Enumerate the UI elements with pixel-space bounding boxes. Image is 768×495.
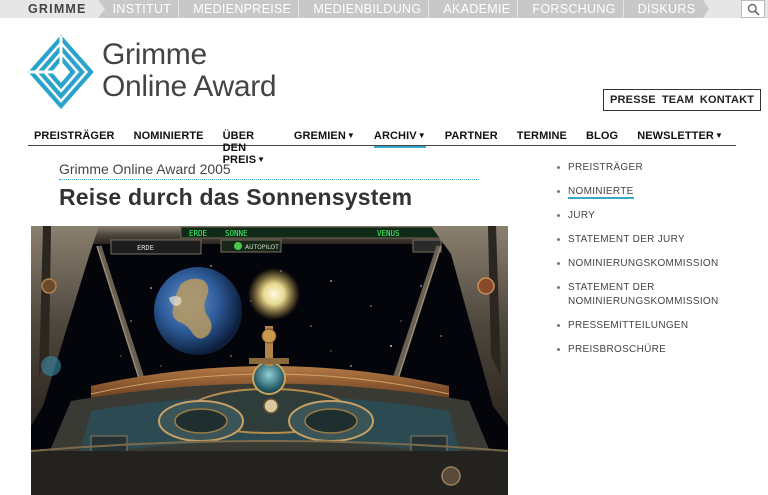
main-nav-label: PARTNER — [444, 130, 498, 142]
sidebar-item-label: STATEMENT DER NOMINIERUNGSKOMMISSION — [568, 282, 719, 307]
top-nav-institut[interactable]: INSTITUT — [97, 0, 185, 18]
main-nav-label: PREISTRÄGER — [34, 130, 115, 142]
utility-links: PRESSE TEAM KONTAKT — [603, 89, 762, 111]
sidebar-item-jury[interactable]: JURY — [556, 209, 756, 223]
sidebar-item-pressemitteilungen[interactable]: PRESSEMITTEILUNGEN — [556, 319, 756, 333]
display-erde-top: ERDE — [189, 229, 208, 238]
main-nav-ueber-den-preis[interactable]: ÜBER DEN PREIS▼ — [217, 128, 275, 166]
sidebar-item-label: STATEMENT DER JURY — [568, 234, 685, 245]
sidebar-item-label: NOMINIERUNGSKOMMISSION — [568, 258, 719, 269]
sidebar-item-label: PREISTRÄGER — [568, 162, 643, 173]
sidebar-item-label: PRESSEMITTEILUNGEN — [568, 320, 689, 331]
sidebar-item-label: PREISBROSCHÜRE — [568, 344, 667, 355]
sidebar-item-preisbroschuere[interactable]: PREISBROSCHÜRE — [556, 343, 756, 357]
main-nav-preistraeger[interactable]: PREISTRÄGER — [28, 128, 115, 145]
presse-link[interactable]: PRESSE — [610, 94, 656, 106]
main-nav-label: ARCHIV — [373, 130, 417, 142]
article-subtitle: Grimme Online Award 2005 — [59, 161, 479, 180]
main-nav-label: NEWSLETTER — [637, 130, 714, 142]
main-nav-termine[interactable]: TERMINE — [511, 128, 567, 145]
main-nav-archiv[interactable]: ARCHIV▼ — [368, 128, 426, 148]
logo-line-2: Online Award — [102, 70, 277, 103]
page-title: Reise durch das Sonnensystem — [59, 184, 413, 210]
top-nav: INSTITUT MEDIENPREISE MEDIENBILDUNG AKAD… — [97, 0, 710, 18]
kontakt-link[interactable]: KONTAKT — [700, 94, 754, 106]
top-nav-akademie[interactable]: AKADEMIE — [428, 0, 525, 18]
sidebar-item-label: NOMINIERTE — [568, 186, 634, 199]
search-icon — [747, 3, 760, 16]
sidebar-item-statement-der-jury[interactable]: STATEMENT DER JURY — [556, 233, 756, 247]
cockpit-illustration: ERDE SONNE VENUS ERDE AUTOPILOT — [31, 226, 508, 495]
top-nav-medienpreise[interactable]: MEDIENPREISE — [178, 0, 306, 18]
display-venus: VENUS — [377, 229, 400, 238]
main-nav-newsletter[interactable]: NEWSLETTER▼ — [631, 128, 723, 145]
main-nav-label: TERMINE — [516, 130, 567, 142]
project-screenshot-image: ERDE SONNE VENUS ERDE AUTOPILOT — [31, 226, 508, 495]
grimme-online-award-logo-icon[interactable] — [27, 34, 95, 110]
top-nav-forschung[interactable]: FORSCHUNG — [517, 0, 630, 18]
sidebar-item-nominierte[interactable]: NOMINIERTE — [556, 185, 756, 199]
main-nav-blog[interactable]: BLOG — [580, 128, 618, 145]
caret-down-icon: ▼ — [346, 131, 355, 140]
main-nav-label: BLOG — [586, 130, 619, 142]
top-nav-diskurs[interactable]: DISKURS — [622, 0, 710, 18]
display-sonne: SONNE — [225, 229, 248, 238]
main-nav-label: NOMINIERTE — [133, 130, 204, 142]
sidebar-item-statement-der-nominierungskommission[interactable]: STATEMENT DER NOMINIERUNGSKOMMISSION — [556, 281, 756, 309]
caret-down-icon: ▼ — [714, 131, 723, 140]
main-nav-label: GREMIEN — [293, 130, 346, 142]
display-erde-left: ERDE — [137, 244, 154, 252]
main-nav-nominierte[interactable]: NOMINIERTE — [128, 128, 204, 145]
sidebar-item-preistraeger[interactable]: PREISTRÄGER — [556, 161, 756, 175]
grimme-brand-link[interactable]: GRIMME — [0, 0, 99, 18]
sidebar-item-label: JURY — [568, 210, 596, 221]
autopilot-label: AUTOPILOT — [245, 244, 279, 251]
top-bar: GRIMME INSTITUT MEDIENPREISE MEDIENBILDU… — [0, 0, 768, 18]
search-button[interactable] — [741, 0, 765, 18]
main-nav-partner[interactable]: PARTNER — [439, 128, 498, 145]
sidebar-nav: PREISTRÄGER NOMINIERTE JURY STATEMENT DE… — [556, 161, 756, 367]
logo-text[interactable]: Grimme Online Award — [102, 38, 277, 103]
team-link[interactable]: TEAM — [662, 94, 694, 106]
main-nav: PREISTRÄGER NOMINIERTE ÜBER DEN PREIS▼ G… — [28, 128, 736, 166]
top-nav-medienbildung[interactable]: MEDIENBILDUNG — [298, 0, 436, 18]
caret-down-icon: ▼ — [417, 131, 426, 140]
sidebar-item-nominierungskommission[interactable]: NOMINIERUNGSKOMMISSION — [556, 257, 756, 271]
main-nav-gremien[interactable]: GREMIEN▼ — [288, 128, 355, 145]
logo-line-1: Grimme — [102, 38, 207, 71]
